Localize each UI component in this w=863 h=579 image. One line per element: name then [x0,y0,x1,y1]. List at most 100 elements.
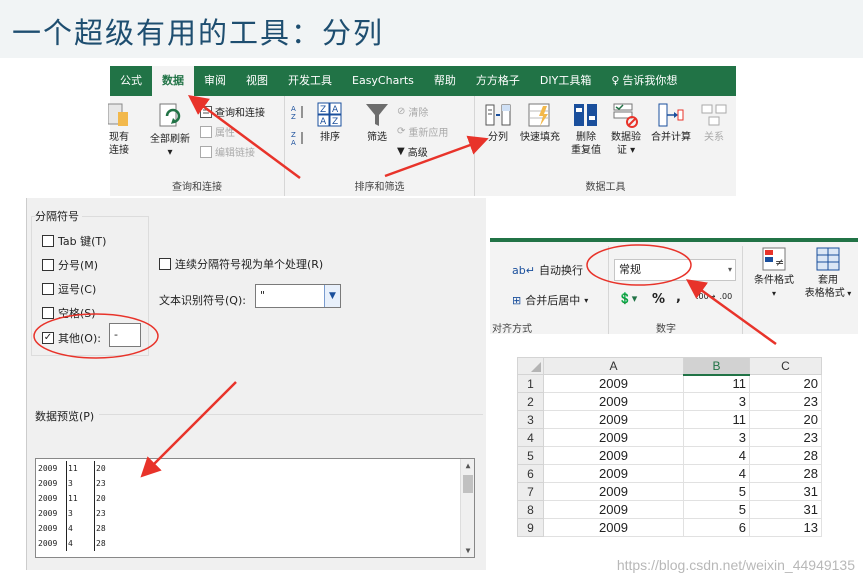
cell[interactable]: 2009 [543,446,684,465]
row-header[interactable]: 3 [517,410,544,429]
queries-connections-button[interactable]: 查询和连接 [200,104,265,119]
delimiter-comma[interactable]: 逗号(C) [42,281,96,297]
cell[interactable]: 31 [749,500,822,519]
advanced-filter-button[interactable]: ▼ 高级 [397,144,428,159]
cell[interactable]: 4 [683,464,750,483]
checkbox-tab[interactable] [42,235,54,247]
row-header[interactable]: 6 [517,464,544,483]
remove-duplicates-button[interactable]: 删除 重复值 [567,102,605,157]
cell[interactable]: 3 [683,392,750,411]
reapply-button[interactable]: ⟳ 重新应用 [397,124,448,139]
data-validation-button[interactable]: 数据验 证 ▾ [607,102,645,157]
cell[interactable]: 2009 [543,392,684,411]
scroll-thumb[interactable] [463,475,473,493]
consecutive-delimiters-option[interactable]: 连续分隔符号视为单个处理(R) [159,256,323,272]
row-header[interactable]: 7 [517,482,544,501]
cell[interactable]: 2009 [543,410,684,429]
cell[interactable]: 2009 [543,464,684,483]
checkbox-comma[interactable] [42,283,54,295]
row-header[interactable]: 5 [517,446,544,465]
data-preview-box[interactable]: 2009 11 20 2009 3 23 2009 11 20 2009 3 23 2009 4 2… [35,458,475,558]
accounting-format-button[interactable]: 💲▾ [618,292,637,305]
properties-button[interactable]: 属性 [200,124,235,139]
cell[interactable]: 4 [683,446,750,465]
comma-button[interactable]: , [676,290,681,305]
edit-links-button[interactable]: 编辑链接 [200,144,255,159]
cell[interactable]: 23 [749,428,822,447]
column-header-b[interactable]: B [683,357,750,376]
row-header[interactable]: 9 [517,518,544,537]
decimal-buttons[interactable]: .00→ .00 [696,292,732,301]
cell[interactable]: 20 [749,374,822,393]
existing-connections-button[interactable]: 现有 连接 [106,102,132,157]
relationships-button[interactable]: 关系 [697,102,731,144]
text-to-columns-button[interactable]: 分列 [483,102,513,144]
cell[interactable]: 11 [683,374,750,393]
tab-review[interactable]: 审阅 [194,66,236,96]
checkbox-semicolon[interactable] [42,259,54,271]
decrease-decimal-icon[interactable]: .00 [719,292,732,301]
tab-view[interactable]: 视图 [236,66,278,96]
tab-developer[interactable]: 开发工具 [278,66,342,96]
row-header[interactable]: 4 [517,428,544,447]
preview-scrollbar[interactable]: ▲ ▼ [460,459,474,557]
sort-button[interactable]: Z A A Z 排序 [313,102,347,144]
conditional-format-button[interactable]: ≠ 条件格式 ▾ [748,246,800,300]
consolidate-button[interactable]: 合并计算 [647,102,695,144]
tab-fangfang[interactable]: 方方格子 [466,66,530,96]
cell[interactable]: 2009 [543,518,684,537]
delimiter-space[interactable]: 空格(S) [42,305,96,321]
filter-button[interactable]: 筛选 [361,102,393,144]
sort-asc-button[interactable]: AZ [291,104,305,120]
format-as-table-button[interactable]: 套用 表格格式 ▾ [800,246,856,300]
number-format-select[interactable]: 常规 ▾ [614,259,736,281]
tab-help[interactable]: 帮助 [424,66,466,96]
cell[interactable]: 5 [683,482,750,501]
checkbox-space[interactable] [42,307,54,319]
cell[interactable]: 3 [683,428,750,447]
percent-button[interactable]: % [652,292,665,307]
flash-fill-button[interactable]: 快速填充 [517,102,563,144]
scroll-down-icon[interactable]: ▼ [461,546,474,555]
scroll-up-icon[interactable]: ▲ [461,461,474,470]
other-delimiter-input[interactable]: - [109,323,141,347]
cell[interactable]: 2009 [543,428,684,447]
tab-diy-toolbox[interactable]: DIY工具箱 [530,66,601,96]
column-header-c[interactable]: C [749,357,822,375]
delimiter-other[interactable]: ✓ 其他(O): [42,330,101,346]
delimiter-semicolon[interactable]: 分号(M) [42,257,98,273]
sort-desc-button[interactable]: ZA [291,130,305,146]
cell[interactable]: 2009 [543,374,684,393]
row-header[interactable]: 1 [517,374,544,393]
row-header[interactable]: 8 [517,500,544,519]
tab-easycharts[interactable]: EasyCharts [342,66,424,96]
clear-filter-button[interactable]: ⊘ 清除 [397,104,428,119]
cell[interactable]: 23 [749,392,822,411]
select-all-corner[interactable] [517,357,544,375]
cell[interactable]: 28 [749,446,822,465]
wrap-text-button[interactable]: ab↵ 自动换行 [512,262,583,278]
increase-decimal-icon[interactable]: .00→ [696,292,715,301]
cell[interactable]: 20 [749,410,822,429]
merge-center-button[interactable]: ⊞ 合并后居中 ▾ [512,292,588,308]
cell[interactable]: 2009 [543,482,684,501]
cell[interactable]: 11 [683,410,750,429]
cell[interactable]: 13 [749,518,822,537]
cell[interactable]: 31 [749,482,822,501]
cell[interactable]: 6 [683,518,750,537]
text-qualifier-select[interactable]: " ▼ [255,284,341,308]
cell[interactable]: 2009 [543,500,684,519]
tab-data[interactable]: 数据 [152,66,194,96]
refresh-all-button[interactable]: 全部刷新 ▾ [146,102,194,159]
checkbox-consecutive[interactable] [159,258,171,270]
tab-formulas[interactable]: 公式 [110,66,152,96]
chevron-down-icon[interactable]: ▾ [584,296,588,305]
checkbox-other[interactable]: ✓ [42,332,54,344]
delimiter-tab[interactable]: Tab 键(T) [42,233,106,249]
cell[interactable]: 5 [683,500,750,519]
tab-tell-me[interactable]: ♀ 告诉我你想 [601,66,687,96]
chevron-down-icon[interactable]: ▾ [728,260,732,280]
row-header[interactable]: 2 [517,392,544,411]
chevron-down-icon[interactable]: ▼ [324,285,340,307]
cell[interactable]: 28 [749,464,822,483]
